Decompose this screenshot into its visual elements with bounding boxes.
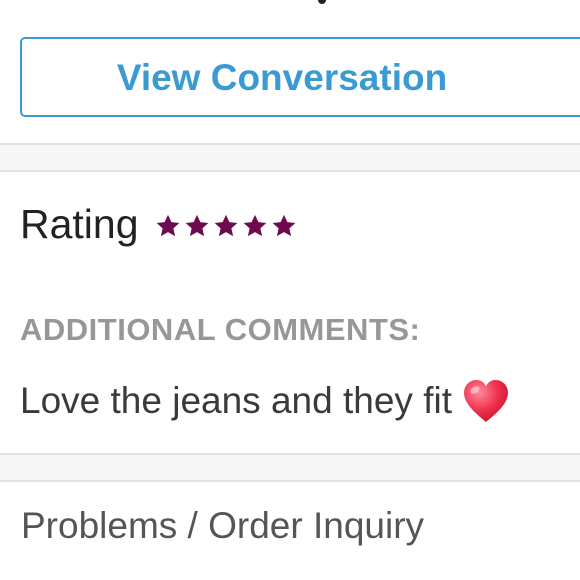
view-conversation-button[interactable]: View Conversation xyxy=(20,37,580,117)
star-icon xyxy=(185,214,208,237)
comment-row: Love the jeans and they fit xyxy=(20,375,511,427)
comment-text: Love the jeans and they fit xyxy=(20,380,452,421)
star-icon xyxy=(272,214,295,237)
rating-row: Rating xyxy=(20,196,299,252)
order-review-panel: View Conversation Rating ADDITIONAL COMM… xyxy=(0,0,580,580)
red-heart-icon xyxy=(463,380,508,422)
star-icon xyxy=(156,214,179,237)
star-icon xyxy=(214,214,237,237)
cropped-text-fragment xyxy=(318,0,326,4)
rating-label: Rating xyxy=(20,200,139,247)
star-rating xyxy=(154,212,299,240)
view-conversation-label: View Conversation xyxy=(116,57,448,98)
additional-comments-heading: ADDITIONAL COMMENTS: xyxy=(20,312,421,347)
problems-order-inquiry-link[interactable]: Problems / Order Inquiry xyxy=(21,505,424,547)
star-icon xyxy=(243,214,266,237)
section-divider xyxy=(0,143,580,172)
section-divider xyxy=(0,453,580,482)
